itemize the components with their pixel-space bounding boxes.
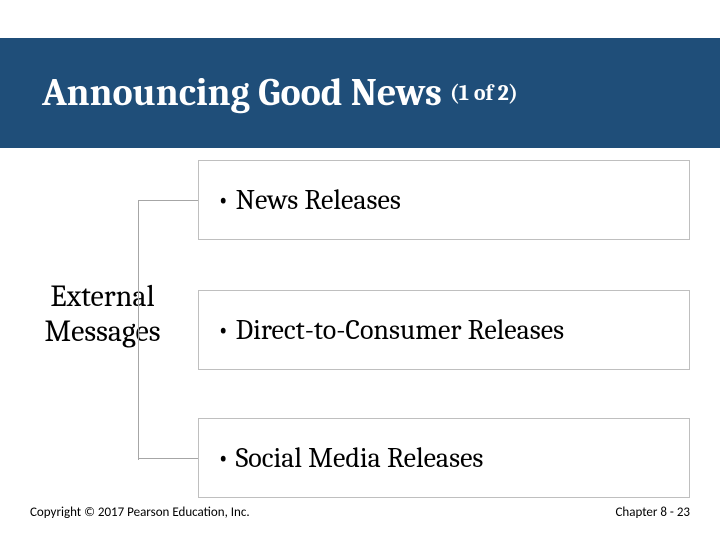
item-box-2: • Direct-to-Consumer Releases	[198, 290, 690, 370]
item-text-3: • Social Media Releases	[217, 442, 483, 474]
item-box-3: • Social Media Releases	[198, 418, 690, 498]
slide-title: Announcing Good News	[42, 71, 442, 115]
connector-horizontal-1	[138, 200, 198, 201]
item-text-1: • News Releases	[217, 184, 401, 216]
footer: Copyright © 2017 Pearson Education, Inc.…	[30, 505, 690, 520]
copyright-text: Copyright © 2017 Pearson Education, Inc.	[30, 505, 250, 520]
slide-title-suffix: (1 of 2)	[450, 80, 518, 106]
category-label-line1: External	[50, 279, 154, 314]
item-box-1: • News Releases	[198, 160, 690, 240]
title-bar: Announcing Good News (1 of 2)	[0, 38, 720, 148]
category-label-line2: Messages	[45, 314, 161, 349]
item-text-2: • Direct-to-Consumer Releases	[217, 314, 564, 346]
connector-horizontal-3	[138, 458, 198, 459]
page-indicator: Chapter 8 - 23	[615, 505, 690, 520]
category-label: External Messages	[20, 280, 185, 349]
diagram-area: External Messages • News Releases • Dire…	[20, 160, 700, 480]
